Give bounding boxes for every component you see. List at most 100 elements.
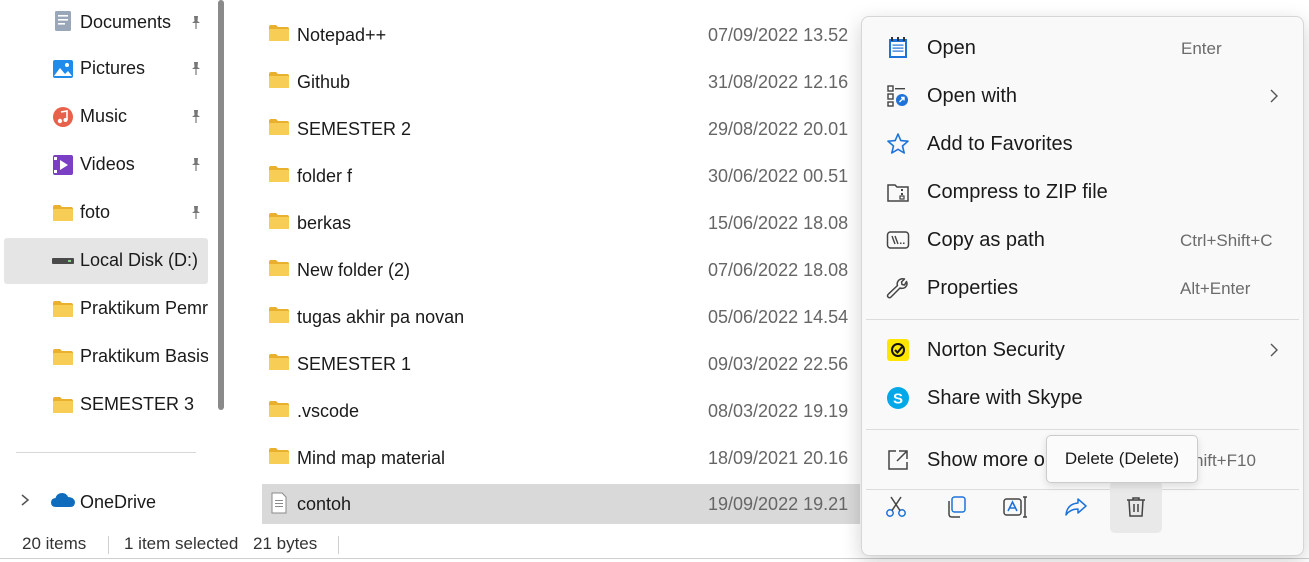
sidebar-item-label: SEMESTER 3 <box>80 394 195 414</box>
folder-icon <box>269 307 289 323</box>
menu-item-open-with[interactable]: Open with <box>866 73 1299 119</box>
file-date: 07/06/2022 18.08 <box>708 260 849 280</box>
sidebar-item-pictures[interactable]: Pictures <box>4 46 208 92</box>
item-count: 20 items <box>22 534 87 553</box>
chevron-right-icon <box>1270 343 1278 357</box>
menu-item-label: Add to Favorites <box>927 133 1073 155</box>
pin-icon[interactable] <box>188 60 204 76</box>
pin-icon[interactable] <box>188 14 204 30</box>
sidebar-scrollbar[interactable] <box>218 0 224 410</box>
sidebar-item-videos[interactable]: Videos <box>4 142 208 188</box>
file-row-semester-1[interactable]: SEMESTER 1 09/03/2022 22.56 <box>262 344 860 384</box>
file-date: 09/03/2022 22.56 <box>708 354 849 374</box>
file-row-notepadpp[interactable]: Notepad++ 07/09/2022 13.52 <box>262 15 860 55</box>
pin-icon[interactable] <box>188 204 204 220</box>
sidebar-item-label: Local Disk (D:) <box>80 250 199 270</box>
menu-item-copy-as-path[interactable]: Copy as path Ctrl+Shift+C <box>866 217 1299 263</box>
pin-icon[interactable] <box>188 108 204 124</box>
sidebar-item-label: OneDrive <box>80 492 157 512</box>
file-row-new-folder-2[interactable]: New folder (2) 07/06/2022 18.08 <box>262 250 860 290</box>
sidebar-item-semester-3[interactable]: SEMESTER 3 <box>4 382 208 428</box>
file-row-semester-2[interactable]: SEMESTER 2 29/08/2022 20.01 <box>262 109 860 149</box>
videos-icon <box>52 154 74 176</box>
rename-button[interactable] <box>990 481 1042 533</box>
menu-item-add-to-favorites[interactable]: Add to Favorites <box>866 121 1299 167</box>
delete-icon <box>1127 497 1145 517</box>
selection-size: 21 bytes <box>253 534 318 553</box>
menu-item-label: Share with Skype <box>927 387 1083 409</box>
svg-text:S: S <box>893 391 903 408</box>
copy-button[interactable] <box>930 481 982 533</box>
sidebar-item-praktikum-basis-data[interactable]: Praktikum Basis Data <box>4 334 208 380</box>
status-divider <box>108 536 109 554</box>
menu-item-shortcut: Enter <box>1181 39 1222 58</box>
sidebar-item-onedrive[interactable]: OneDrive <box>0 478 208 524</box>
music-icon <box>52 106 74 128</box>
norton-icon <box>887 339 909 361</box>
menu-item-share-with-skype[interactable]: S Share with Skype <box>866 375 1299 421</box>
file-date: 30/06/2022 00.51 <box>708 166 849 186</box>
share-button[interactable] <box>1050 481 1102 533</box>
menu-item-label: Open <box>927 37 976 59</box>
file-date: 19/09/2022 19.21 <box>708 494 849 514</box>
sidebar-item-label: Praktikum Pemrograman <box>80 298 208 318</box>
sidebar-item-documents[interactable]: Documents <box>4 0 208 46</box>
menu-item-shortcut: hift+F10 <box>1194 451 1256 470</box>
file-list: Notepad++ 07/09/2022 13.52 Github 31/08/… <box>236 0 860 524</box>
menu-item-open[interactable]: Open Enter <box>866 25 1299 71</box>
zip-folder-icon <box>887 184 909 202</box>
onedrive-icon <box>50 491 76 509</box>
folder-icon <box>52 298 74 320</box>
sidebar-item-music[interactable]: Music <box>4 94 208 140</box>
window-bottom-border <box>0 558 1309 559</box>
pictures-icon <box>52 58 74 80</box>
folder-icon <box>52 394 74 416</box>
file-row-folder-f[interactable]: folder f 30/06/2022 00.51 <box>262 156 860 196</box>
file-row-github[interactable]: Github 31/08/2022 12.16 <box>262 62 860 102</box>
file-name: SEMESTER 1 <box>297 354 412 374</box>
file-name: folder f <box>297 166 353 186</box>
file-row-tugas-akhir[interactable]: tugas akhir pa novan 05/06/2022 14.54 <box>262 297 860 337</box>
file-row-mind-map-material[interactable]: Mind map material 18/09/2021 20.16 <box>262 438 860 478</box>
cut-button[interactable] <box>870 481 922 533</box>
menu-item-label: Compress to ZIP file <box>927 181 1108 203</box>
menu-separator <box>866 319 1299 320</box>
copy-icon <box>948 496 966 518</box>
drive-icon <box>52 250 74 272</box>
delete-tooltip: Delete (Delete) <box>1046 435 1198 483</box>
wrench-icon <box>886 277 908 299</box>
menu-item-norton-security[interactable]: Norton Security <box>866 327 1299 373</box>
menu-item-properties[interactable]: Properties Alt+Enter <box>866 265 1299 311</box>
chevron-right-icon[interactable] <box>18 493 32 507</box>
file-row-vscode[interactable]: .vscode 08/03/2022 19.19 <box>262 391 860 431</box>
menu-item-label: Show more o <box>927 449 1045 471</box>
copy-path-icon <box>886 231 910 249</box>
file-row-contoh[interactable]: contoh 19/09/2022 19.21 <box>262 484 860 524</box>
chevron-right-icon <box>1270 89 1278 103</box>
file-row-berkas[interactable]: berkas 15/06/2022 18.08 <box>262 203 860 243</box>
menu-item-shortcut: Alt+Enter <box>1180 279 1251 298</box>
folder-icon <box>269 448 289 464</box>
folder-icon <box>269 25 289 41</box>
notepad-icon <box>889 37 907 58</box>
sidebar-item-praktikum-pemrograman[interactable]: Praktikum Pemrograman <box>4 286 208 332</box>
skype-icon: S <box>887 387 909 409</box>
file-name: Notepad++ <box>297 25 387 45</box>
file-name: SEMESTER 2 <box>297 119 412 139</box>
sidebar-item-local-disk-d[interactable]: Local Disk (D:) <box>4 238 208 284</box>
file-name: .vscode <box>297 401 360 421</box>
folder-icon <box>52 202 74 224</box>
pin-icon[interactable] <box>188 156 204 172</box>
file-name: Github <box>297 72 351 92</box>
open-with-icon <box>887 85 908 107</box>
delete-button[interactable] <box>1110 481 1162 533</box>
share-icon <box>1065 498 1087 516</box>
sidebar-item-foto[interactable]: foto <box>4 190 208 236</box>
text-file-icon <box>271 492 287 514</box>
sidebar-divider <box>16 452 196 453</box>
menu-item-compress-zip[interactable]: Compress to ZIP file <box>866 169 1299 215</box>
menu-item-label: Open with <box>927 85 1018 107</box>
folder-icon <box>269 354 289 370</box>
folder-icon <box>269 213 289 229</box>
file-date: 07/09/2022 13.52 <box>708 25 849 45</box>
